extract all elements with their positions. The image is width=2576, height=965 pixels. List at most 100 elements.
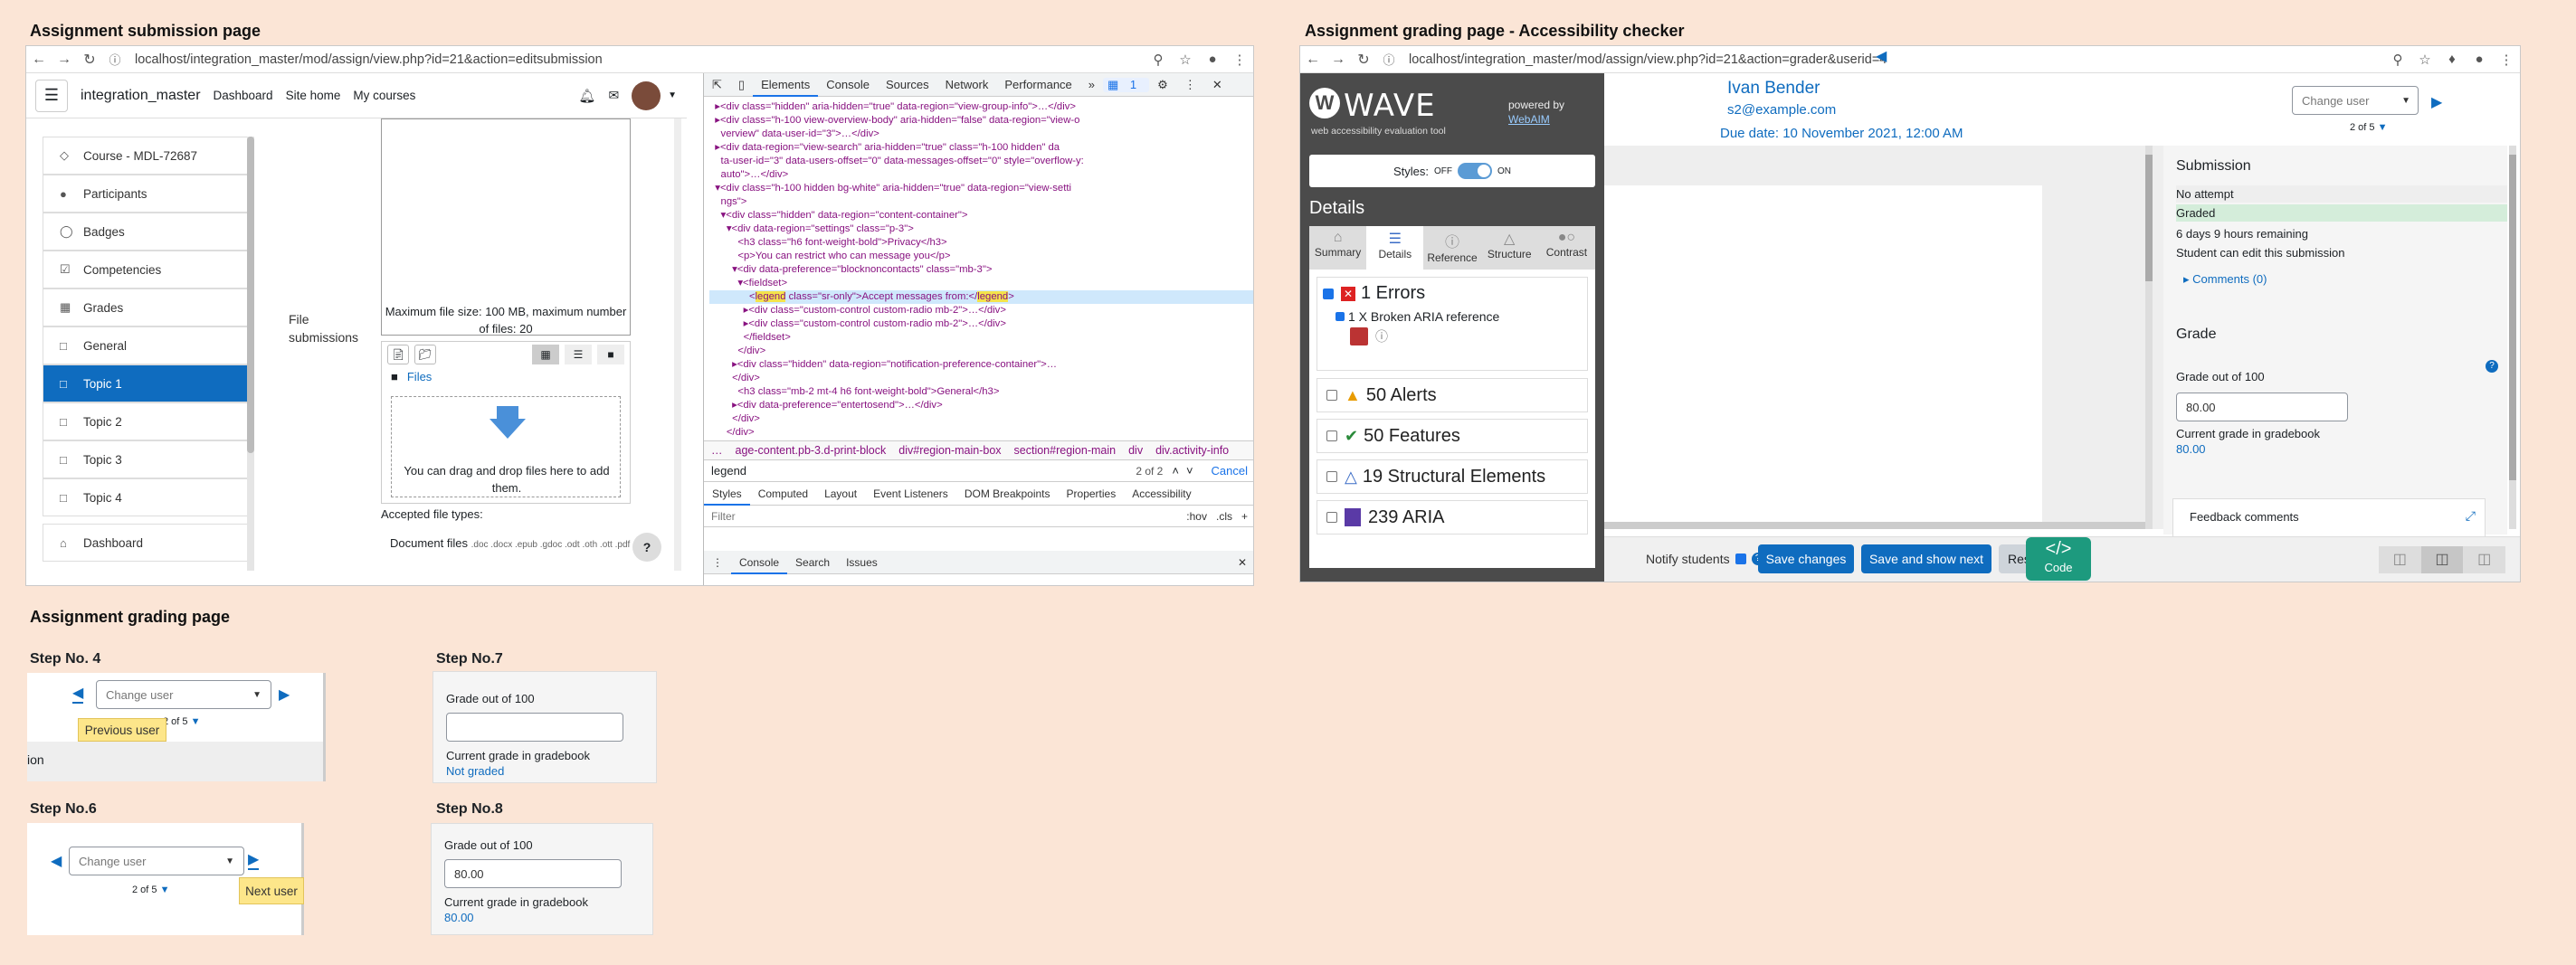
address-bar[interactable]: localhost/integration_master/mod/assign/… (128, 50, 1145, 70)
sidebar-item-competencies[interactable]: ☑ Competencies (43, 251, 252, 289)
grade-input[interactable]: 80.00 (2176, 393, 2348, 421)
alerts-group[interactable]: ▲ 50 Alerts (1317, 378, 1588, 412)
tab-computed[interactable]: Computed (750, 487, 816, 500)
sidebar-item-course[interactable]: ◇ Course - MDL-72687 (43, 137, 252, 175)
grid-view-icon[interactable]: ▦ (532, 345, 559, 364)
styles-filter-input[interactable]: Filter (711, 510, 1186, 523)
change-user-select[interactable]: Change user ▼ (2292, 86, 2419, 115)
main-scrollbar[interactable] (674, 118, 681, 571)
tab-drawer-issues[interactable]: Issues (838, 556, 886, 569)
preview-scroll-v[interactable] (2145, 146, 2153, 529)
site-name[interactable]: integration_master (81, 88, 201, 104)
address-bar[interactable]: localhost/integration_master/mod/assign/… (1402, 50, 2384, 70)
next-user-icon[interactable]: ▶ (248, 852, 260, 870)
dom-tree-line[interactable]: ngs"> (709, 195, 1253, 209)
extension-icon[interactable]: ♦ (2438, 52, 2466, 67)
tab-elements[interactable]: Elements (753, 73, 819, 97)
tab-sources[interactable]: Sources (878, 78, 937, 91)
previous-user-icon[interactable]: ◀ (72, 686, 84, 704)
dom-tree-line[interactable]: ▸<div data-region="view-search" aria-hid… (709, 141, 1253, 155)
tree-view-icon[interactable]: ■ (597, 345, 624, 364)
profile-icon[interactable]: ● (1199, 52, 1226, 67)
issues-badge[interactable]: ▦ 1 (1103, 77, 1150, 92)
dom-tree-line[interactable]: ▸<div data-preference="entertosend">…</d… (709, 399, 1253, 412)
dropzone[interactable]: You can drag and drop files here to add … (391, 396, 621, 497)
layout-both-icon[interactable]: ◫ (2420, 546, 2464, 573)
notify-students[interactable]: Notify students ? (1646, 552, 1764, 566)
sidebar-item-topic-1[interactable]: □ Topic 1 (43, 364, 252, 402)
add-file-icon[interactable]: 📄︎ (387, 345, 409, 364)
sidebar-item-general[interactable]: □ General (43, 326, 252, 364)
bell-icon[interactable]: 🔔︎ (578, 88, 595, 104)
device-icon[interactable]: ▯ (730, 78, 753, 92)
dom-tree-line[interactable]: </div> (709, 412, 1253, 426)
dom-tree-line[interactable]: ▾<fieldset> (709, 277, 1253, 290)
hamburger-icon[interactable]: ☰ (35, 79, 68, 112)
dom-tree-line[interactable]: ▾<div class="hidden" data-region="conten… (709, 209, 1253, 222)
star-icon[interactable]: ☆ (2411, 52, 2438, 68)
user-name[interactable]: Ivan Bender (1727, 79, 1836, 99)
structural-group[interactable]: △ 19 Structural Elements (1317, 459, 1588, 494)
tab-console[interactable]: Console (818, 78, 878, 91)
dom-tree-line[interactable]: ▾<div data-preference="blocknoncontacts"… (709, 263, 1253, 277)
search-icon[interactable]: ⚲ (2384, 52, 2411, 68)
next-user-icon[interactable]: ▶ (2431, 93, 2442, 111)
dom-tree-line[interactable]: <h3 class="h6 font-weight-bold">Privacy<… (709, 236, 1253, 250)
dom-tree-line[interactable]: ▾<div class="h-100 hidden bg-white" aria… (709, 182, 1253, 195)
styles-toggle[interactable] (1458, 163, 1492, 179)
user-email[interactable]: s2@example.com (1727, 102, 1836, 118)
info-icon[interactable]: ⓘ (102, 51, 128, 68)
tab-styles[interactable]: Styles (704, 482, 750, 506)
sidebar-item-participants[interactable]: ● Participants (43, 175, 252, 213)
breadcrumb-item[interactable]: age-content.pb-3.d-print-block (736, 444, 887, 457)
save-show-next-button[interactable]: Save and show next (1861, 544, 1991, 573)
sidebar-item-topic-4[interactable]: □ Topic 4 (43, 478, 252, 516)
dom-tree-line[interactable]: auto">…</div> (709, 168, 1253, 182)
sidebar-item-grades[interactable]: ▦ Grades (43, 289, 252, 326)
aria-checkbox[interactable] (1326, 512, 1337, 523)
cancel-search-button[interactable]: Cancel (1212, 464, 1248, 478)
current-grade-value[interactable]: Not graded (446, 764, 656, 778)
code-badge[interactable]: </> Code (2026, 537, 2091, 581)
previous-user-icon[interactable]: ◀ (51, 852, 62, 870)
expand-icon[interactable]: ⤢ (2466, 508, 2476, 524)
tab-drawer-console[interactable]: Console (731, 551, 788, 574)
notify-students-checkbox[interactable] (1735, 553, 1746, 564)
aria-group[interactable]: 239 ARIA (1317, 500, 1588, 535)
alerts-checkbox[interactable] (1326, 390, 1337, 401)
tab-network[interactable]: Network (937, 78, 997, 91)
dom-tree-line[interactable]: </fieldset> (709, 331, 1253, 345)
previous-user-icon[interactable]: ◀ (1876, 47, 1887, 65)
dom-tree-line[interactable]: <h3 class="mb-2 mt-4 h6 font-weight-bold… (709, 385, 1253, 399)
nav-my-courses[interactable]: My courses (353, 89, 415, 102)
search-icon[interactable]: ⚲ (1145, 52, 1172, 68)
inspect-icon[interactable]: ⇱ (704, 78, 730, 92)
chevron-down-icon[interactable]: ˅ (1186, 464, 1193, 478)
list-view-icon[interactable]: ☰ (565, 345, 592, 364)
search-value[interactable]: legend (711, 464, 1136, 478)
dom-tree-line[interactable]: verview" data-user-id="3">…</div> (709, 128, 1253, 141)
dom-tree-line[interactable]: ▸<div class="h-100 view-overview-body" a… (709, 114, 1253, 128)
add-rule-icon[interactable]: + (1241, 510, 1248, 523)
broken-aria-icon[interactable] (1350, 327, 1368, 345)
help-button[interactable]: ? (632, 533, 661, 562)
dom-tree-line[interactable]: ▸<div class="custom-control custom-radio… (709, 317, 1253, 331)
change-user-select[interactable]: Change user ▼ (69, 847, 244, 875)
grading-scrollbar[interactable] (2509, 146, 2516, 529)
back-icon[interactable]: ← (26, 52, 52, 68)
sidebar-item-badges[interactable]: ◯ Badges (43, 213, 252, 251)
broken-aria-checkbox[interactable] (1336, 312, 1345, 321)
filter-icon[interactable]: ▼ (160, 885, 170, 895)
tab-properties[interactable]: Properties (1059, 487, 1125, 500)
files-breadcrumb[interactable]: Files (407, 370, 432, 383)
save-changes-button[interactable]: Save changes (1758, 544, 1854, 573)
menu-dots-icon[interactable]: ⋮ (1226, 52, 1253, 68)
chevron-up-icon[interactable]: ˄ (1172, 464, 1179, 478)
chat-icon[interactable]: ✉ (608, 88, 619, 103)
forward-icon[interactable]: → (52, 52, 77, 68)
dom-tree-line[interactable]: ▸<div class="hidden" data-region="notifi… (709, 358, 1253, 372)
sidebar-item-dashboard[interactable]: ⌂ Dashboard (43, 524, 252, 562)
dom-tree-line[interactable]: </div> (709, 372, 1253, 385)
filter-icon[interactable]: ▼ (2378, 122, 2388, 133)
next-user-icon[interactable]: ▶ (279, 686, 290, 704)
